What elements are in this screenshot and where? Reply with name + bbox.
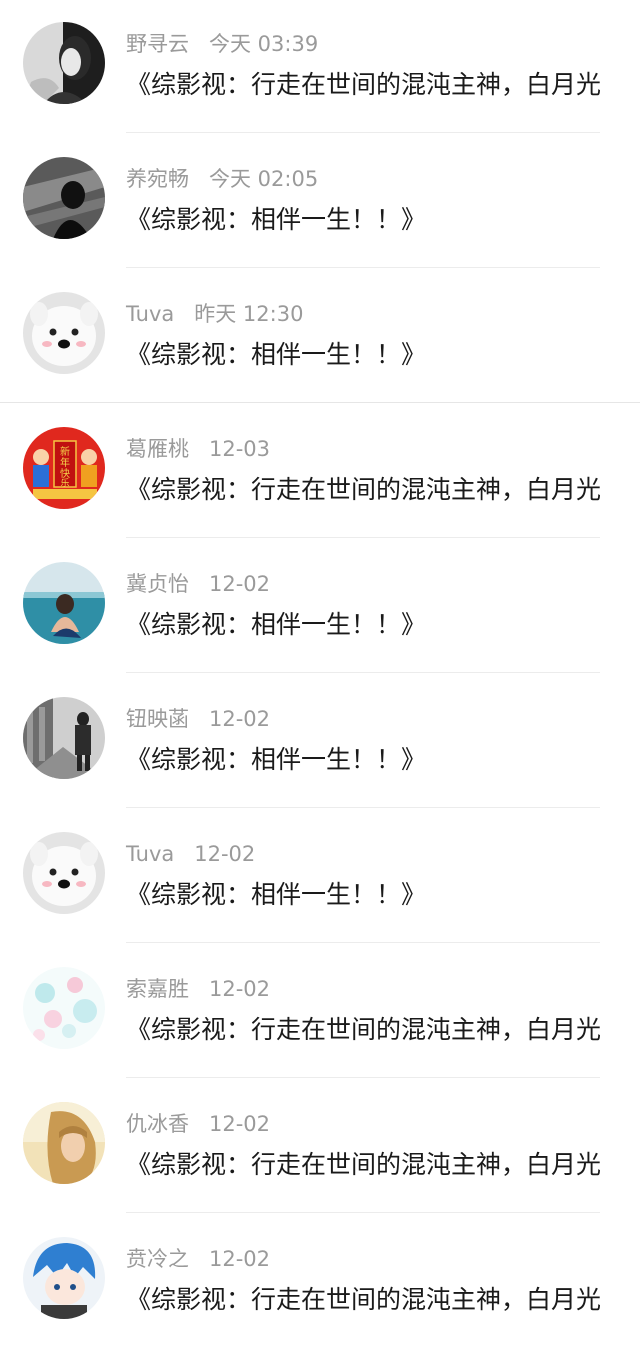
sender-name: 贲冷之 [126,1247,189,1271]
list-item[interactable]: 钮映菡 12-02 《综影视：相伴一生！！》 [0,675,640,810]
avatar[interactable] [23,1237,105,1319]
list-item[interactable]: 野寻云 今天 03:39 《综影视：行走在世间的混沌主神，白月光 [0,0,640,135]
list-item[interactable]: 仇冰香 12-02 《综影视：行走在世间的混沌主神，白月光 [0,1080,640,1215]
badge-char: 年 [60,456,70,469]
message-time: 今天 02:05 [209,167,319,191]
list-item[interactable]: 冀贞怡 12-02 《综影视：相伴一生！！》 [0,540,640,675]
sender-name: 索嘉胜 [126,977,189,1001]
girl-bw-icon [23,22,105,104]
message-meta: 野寻云 今天 03:39 [126,31,318,57]
sender-name: Tuva [126,842,175,866]
list-item[interactable]: 索嘉胜 12-02 《综影视：行走在世间的混沌主神，白月光 [0,945,640,1080]
divider [126,267,600,268]
message-text: 《综影视：行走在世间的混沌主神，白月光 [126,1015,602,1044]
blonde-girl-icon [23,1102,105,1184]
avatar[interactable] [23,292,105,374]
message-time: 昨天 12:30 [194,302,304,326]
divider [126,807,600,808]
message-time: 12-02 [209,1112,271,1136]
divider [126,537,600,538]
message-time: 12-03 [209,437,271,461]
avatar[interactable]: 新 年 快 乐 [23,427,105,509]
message-time: 12-02 [209,1247,271,1271]
message-meta: 钮映菡 12-02 [126,706,270,732]
avatar[interactable] [23,1102,105,1184]
message-text: 《综影视：相伴一生！！》 [126,340,427,369]
sender-name: 养宛畅 [126,167,189,191]
dark-figure-icon [23,157,105,239]
message-time: 今天 03:39 [209,32,319,56]
sender-name: 仇冰香 [126,1112,189,1136]
list-item[interactable]: Tuva 昨天 12:30 《综影视：相伴一生！！》 [0,270,640,405]
sender-name: 葛雁桃 [126,437,189,461]
avatar[interactable] [23,697,105,779]
sender-name: 冀贞怡 [126,572,189,596]
anime-boy-icon [23,1237,105,1319]
message-time: 12-02 [209,707,271,731]
sender-name: 钮映菡 [126,707,189,731]
message-meta: Tuva 12-02 [126,841,255,867]
avatar[interactable] [23,562,105,644]
divider [0,402,640,403]
sea-couple-icon [23,562,105,644]
list-item[interactable]: Tuva 12-02 《综影视：相伴一生！！》 [0,810,640,945]
message-text: 《综影视：相伴一生！！》 [126,610,427,639]
message-meta: 贲冷之 12-02 [126,1246,270,1272]
sender-name: Tuva [126,302,175,326]
message-meta: 养宛畅 今天 02:05 [126,166,318,192]
message-text: 《综影视：行走在世间的混沌主神，白月光 [126,475,602,504]
divider [126,1212,600,1213]
samoyed-dog-icon [23,292,105,374]
divider [126,132,600,133]
sender-name: 野寻云 [126,32,189,56]
message-meta: 葛雁桃 12-03 [126,436,270,462]
list-item[interactable]: 新 年 快 乐 葛雁桃 12-03 《综影视：行走在世间的混沌主神，白月光 [0,405,640,540]
divider [126,672,600,673]
new-year-icon: 新 年 快 乐 [23,427,105,509]
avatar[interactable] [23,832,105,914]
message-meta: 仇冰香 12-02 [126,1111,270,1137]
message-time: 12-02 [209,572,271,596]
list-item[interactable]: 贲冷之 12-02 《综影视：行走在世间的混沌主神，白月光 [0,1215,640,1350]
pastel-flowers-icon [23,967,105,1049]
list-item[interactable]: 养宛畅 今天 02:05 《综影视：相伴一生！！》 [0,135,640,270]
avatar[interactable] [23,22,105,104]
avatar[interactable] [23,157,105,239]
message-meta: 冀贞怡 12-02 [126,571,270,597]
divider [126,1077,600,1078]
samoyed-dog-icon [23,832,105,914]
message-text: 《综影视：相伴一生！！》 [126,880,427,909]
message-text: 《综影视：行走在世间的混沌主神，白月光 [126,1285,602,1314]
message-time: 12-02 [194,842,256,866]
message-text: 《综影视：行走在世间的混沌主神，白月光 [126,1150,602,1179]
divider [126,942,600,943]
message-meta: 索嘉胜 12-02 [126,976,270,1002]
street-couple-icon [23,697,105,779]
message-text: 《综影视：相伴一生！！》 [126,205,427,234]
avatar[interactable] [23,967,105,1049]
message-text: 《综影视：相伴一生！！》 [126,745,427,774]
badge-char: 新 [60,445,70,458]
message-meta: Tuva 昨天 12:30 [126,301,303,327]
message-text: 《综影视：行走在世间的混沌主神，白月光 [126,70,602,99]
badge-char: 乐 [60,477,69,489]
message-time: 12-02 [209,977,271,1001]
